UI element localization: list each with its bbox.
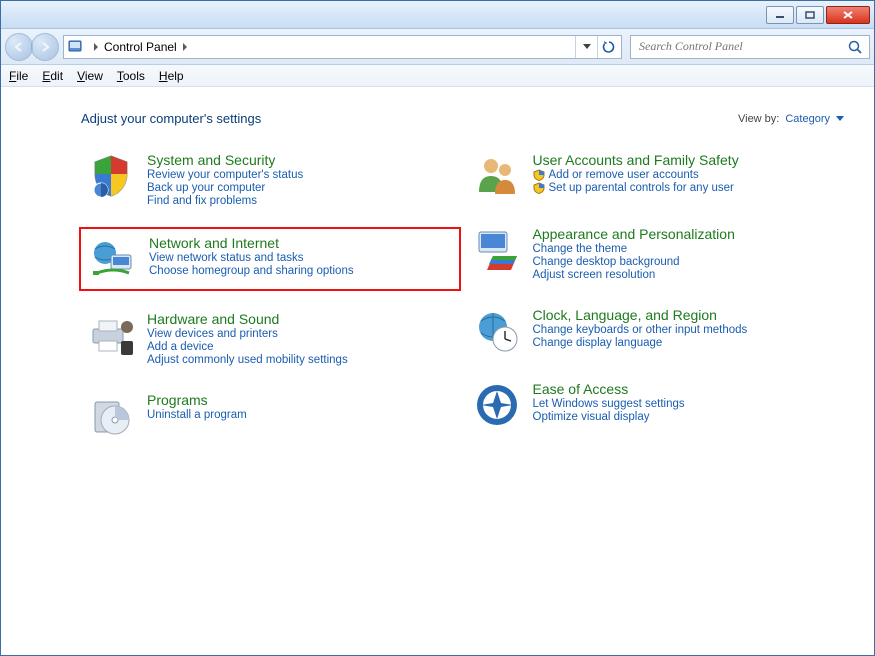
breadcrumb-root[interactable]: Control Panel (104, 40, 177, 54)
category-link[interactable]: Find and fix problems (147, 195, 303, 207)
printer-icon (87, 311, 135, 359)
view-by-value: Category (785, 113, 830, 125)
category-network-internet: Network and Internet View network status… (79, 227, 461, 291)
category-ease-of-access: Ease of Access Let Windows suggest setti… (467, 377, 845, 433)
back-button[interactable] (5, 33, 33, 61)
category-title[interactable]: Ease of Access (533, 381, 685, 397)
address-history-dropdown[interactable] (575, 36, 597, 58)
category-link-text: Add or remove user accounts (549, 169, 699, 181)
category-programs: Programs Uninstall a program (81, 388, 459, 444)
search-input[interactable] (637, 38, 847, 55)
category-title[interactable]: Hardware and Sound (147, 311, 348, 327)
category-hardware-sound: Hardware and Sound View devices and prin… (81, 307, 459, 370)
appearance-icon (473, 226, 521, 274)
category-link[interactable]: Choose homegroup and sharing options (149, 265, 354, 277)
ease-of-access-icon (473, 381, 521, 429)
menu-edit[interactable]: Edit (42, 69, 63, 83)
close-button[interactable] (826, 6, 870, 24)
menu-help[interactable]: Help (159, 69, 184, 83)
forward-button[interactable] (31, 33, 59, 61)
control-panel-icon (66, 38, 84, 56)
category-title[interactable]: Programs (147, 392, 247, 408)
menu-bar: File Edit View Tools Help (1, 65, 874, 87)
uac-shield-icon (533, 169, 545, 181)
menu-view[interactable]: View (77, 69, 103, 83)
page-title: Adjust your computer's settings (81, 111, 261, 126)
category-link[interactable]: Adjust screen resolution (533, 269, 735, 281)
content-area: Adjust your computer's settings View by:… (1, 87, 874, 655)
category-title[interactable]: System and Security (147, 152, 303, 168)
category-system-security: System and Security Review your computer… (81, 148, 459, 211)
uac-shield-icon (533, 182, 545, 194)
category-title[interactable]: User Accounts and Family Safety (533, 152, 739, 168)
shield-icon (87, 152, 135, 200)
category-link[interactable]: Add a device (147, 341, 348, 353)
category-user-accounts: User Accounts and Family Safety Add or r… (467, 148, 845, 204)
maximize-button[interactable] (796, 6, 824, 24)
category-link[interactable]: Optimize visual display (533, 411, 685, 423)
category-appearance: Appearance and Personalization Change th… (467, 222, 845, 285)
menu-file[interactable]: File (9, 69, 28, 83)
refresh-button[interactable] (597, 36, 619, 58)
users-icon (473, 152, 521, 200)
category-link[interactable]: Adjust commonly used mobility settings (147, 354, 348, 366)
menu-tools[interactable]: Tools (117, 69, 145, 83)
navigation-bar: Control Panel (1, 29, 874, 65)
clock-globe-icon (473, 307, 521, 355)
category-link[interactable]: Change keyboards or other input methods (533, 324, 748, 336)
disc-icon (87, 392, 135, 440)
category-link-text: Set up parental controls for any user (549, 182, 734, 194)
window-titlebar (1, 1, 874, 29)
category-link[interactable]: Let Windows suggest settings (533, 398, 685, 410)
category-link[interactable]: Change the theme (533, 243, 735, 255)
category-link[interactable]: Change desktop background (533, 256, 735, 268)
network-icon (89, 235, 137, 283)
breadcrumb-separator-icon (183, 43, 187, 51)
category-link[interactable]: View devices and printers (147, 328, 348, 340)
address-bar[interactable]: Control Panel (63, 35, 622, 59)
category-clock-region: Clock, Language, and Region Change keybo… (467, 303, 845, 359)
category-link[interactable]: Add or remove user accounts (533, 169, 739, 181)
category-link[interactable]: Set up parental controls for any user (533, 182, 739, 194)
view-by-control[interactable]: View by: Category (738, 113, 844, 125)
category-title[interactable]: Appearance and Personalization (533, 226, 735, 242)
chevron-down-icon (836, 116, 844, 121)
category-title[interactable]: Clock, Language, and Region (533, 307, 748, 323)
category-link[interactable]: Uninstall a program (147, 409, 247, 421)
category-link[interactable]: Back up your computer (147, 182, 303, 194)
view-by-label: View by: (738, 113, 779, 125)
category-link[interactable]: Review your computer's status (147, 169, 303, 181)
category-title[interactable]: Network and Internet (149, 235, 354, 251)
category-link[interactable]: View network status and tasks (149, 252, 354, 264)
search-icon (847, 39, 863, 55)
minimize-button[interactable] (766, 6, 794, 24)
breadcrumb-separator-icon (94, 43, 98, 51)
category-link[interactable]: Change display language (533, 337, 748, 349)
search-box[interactable] (630, 35, 870, 59)
